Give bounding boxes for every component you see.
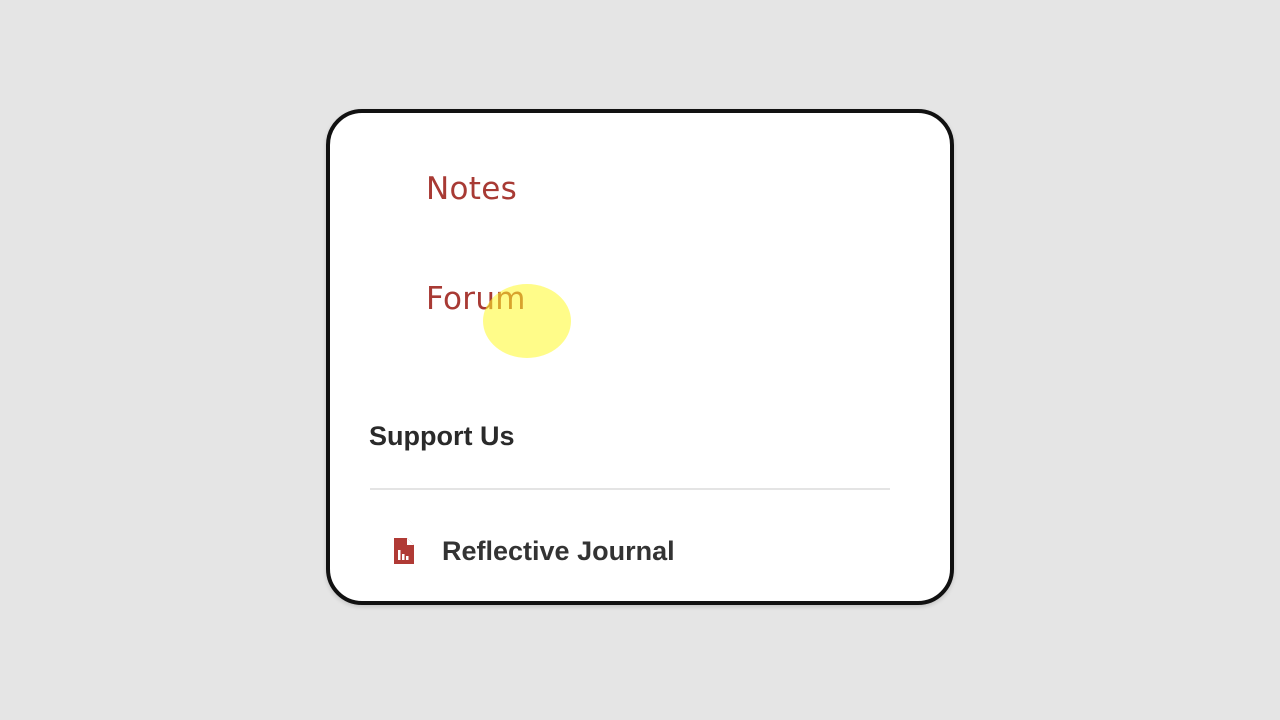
reflective-journal-label: Reflective Journal — [442, 535, 675, 566]
section-divider — [370, 488, 890, 490]
forum-link[interactable]: Forum — [426, 281, 526, 317]
support-us-heading: Support Us — [369, 421, 515, 451]
pdf-file-icon — [394, 538, 414, 564]
reflective-journal-link[interactable]: Reflective Journal — [394, 531, 675, 571]
menu-panel: Notes Forum Support Us Reflective Journa… — [326, 109, 954, 605]
notes-link[interactable]: Notes — [426, 171, 517, 207]
